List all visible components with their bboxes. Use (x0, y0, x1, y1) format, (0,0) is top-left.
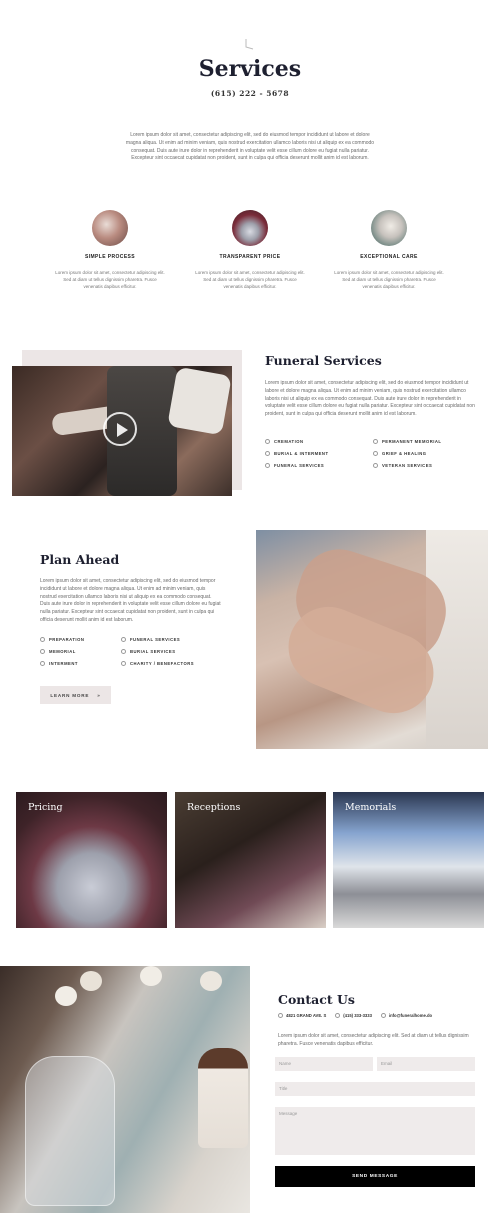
contact-phone[interactable]: (415) 333-3333 (335, 1013, 372, 1018)
contact-address: 4821 GRAND AVE. S (278, 1013, 326, 1018)
feature-transparent-price: TRANSPARENT PRICE Lorem ipsum dolor sit … (190, 210, 310, 290)
contact-email[interactable]: info@funeralhome.do (381, 1013, 432, 1018)
plan-item: BURIAL SERVICES (121, 649, 176, 654)
page-title: Services (198, 56, 302, 82)
play-icon[interactable] (103, 412, 137, 446)
service-item: FUNERAL SERVICES (265, 463, 324, 468)
feature-title: EXCEPTIONAL CARE (360, 254, 418, 260)
plan-title: Plan Ahead (40, 552, 120, 567)
plan-item: PREPARATION (40, 637, 84, 642)
service-item: VETERAN SERVICES (373, 463, 432, 468)
learn-more-label: LEARN MORE (50, 692, 90, 698)
contact-title: Contact Us (278, 992, 355, 1007)
email-field[interactable]: Email (377, 1057, 475, 1071)
contact-image (0, 966, 250, 1213)
feature-text: Lorem ipsum dolor sit amet, consectetur … (334, 270, 444, 289)
plan-text: Lorem ipsum dolor sit amet, consectetur … (40, 578, 221, 623)
plan-item: FUNERAL SERVICES (121, 637, 180, 642)
name-field[interactable]: Name (275, 1057, 373, 1071)
plan-image (256, 530, 488, 749)
funeral-title: Funeral Services (265, 353, 382, 368)
feature-text: Lorem ipsum dolor sit amet, consectetur … (55, 270, 165, 289)
card-label: Receptions (187, 802, 241, 813)
title-field[interactable]: Title (275, 1082, 475, 1096)
feature-image (232, 210, 268, 246)
feature-title: TRANSPARENT PRICE (219, 254, 281, 260)
learn-more-button[interactable]: LEARN MORE » (40, 686, 111, 704)
service-item: BURIAL & INTERMENT (265, 451, 329, 456)
card-receptions[interactable]: Receptions (175, 792, 326, 928)
service-item: PERMANENT MEMORIAL (373, 439, 441, 444)
card-label: Pricing (28, 802, 63, 813)
card-memorials[interactable]: Memorials (333, 792, 484, 928)
chevron-right-icon: » (97, 692, 101, 698)
service-item: GRIEF & HEALING (373, 451, 427, 456)
feature-image (92, 210, 128, 246)
header-phone[interactable]: (615) 222 - 5678 (0, 89, 500, 98)
funeral-text: Lorem ipsum dolor sit amet, consectetur … (265, 380, 475, 418)
logo-icon (245, 39, 254, 50)
plan-item: INTERMENT (40, 661, 78, 666)
send-message-button[interactable]: SEND MESSAGE (275, 1166, 475, 1187)
plan-item: CHARITY / BENEFACTORS (121, 661, 194, 666)
card-pricing[interactable]: Pricing (16, 792, 167, 928)
feature-title: SIMPLE PROCESS (84, 254, 136, 260)
plan-item: MEMORIAL (40, 649, 76, 654)
service-item: CREMATION (265, 439, 304, 444)
feature-exceptional-care: EXCEPTIONAL CARE Lorem ipsum dolor sit a… (329, 210, 449, 290)
contact-text: Lorem ipsum dolor sit amet, consectetur … (278, 1033, 469, 1047)
message-field[interactable]: Message (275, 1107, 475, 1155)
feature-image (371, 210, 407, 246)
intro-text: Lorem ipsum dolor sit amet, consectetur … (125, 132, 375, 162)
feature-text: Lorem ipsum dolor sit amet, consectetur … (195, 270, 305, 289)
feature-simple-process: SIMPLE PROCESS Lorem ipsum dolor sit ame… (50, 210, 170, 290)
contact-info: 4821 GRAND AVE. S (415) 333-3333 info@fu… (278, 1013, 488, 1018)
card-label: Memorials (345, 802, 397, 813)
